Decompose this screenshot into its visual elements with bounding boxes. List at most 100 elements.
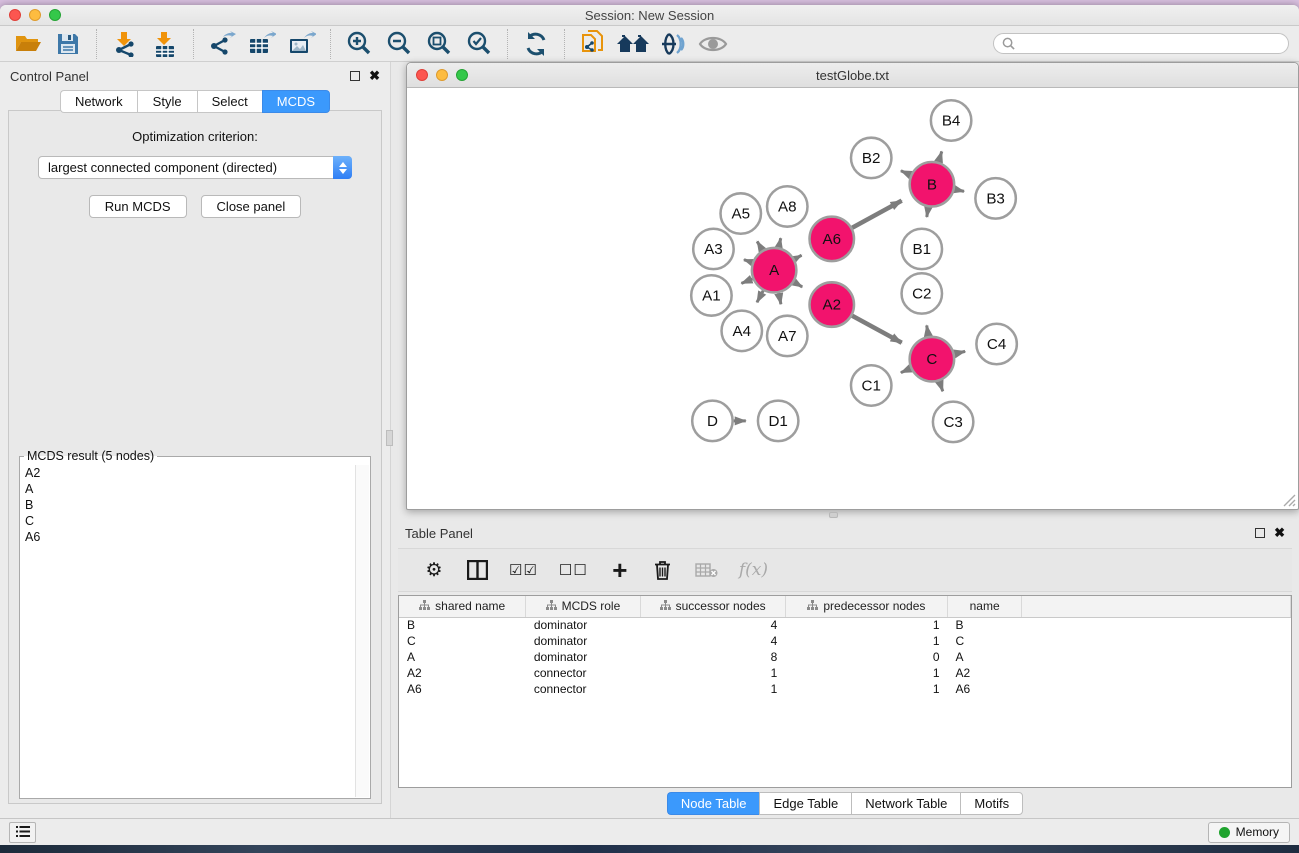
node-C4[interactable]: C4 [976, 324, 1016, 364]
edge-B-B2[interactable] [901, 171, 911, 175]
node-B4[interactable]: B4 [931, 100, 971, 140]
edge-A-A2[interactable] [794, 282, 802, 287]
edge-C-C2[interactable] [927, 325, 929, 336]
table-settings-button[interactable]: ⚙ [423, 559, 445, 582]
close-panel-icon[interactable]: ✖ [369, 71, 380, 81]
edge-C-C3[interactable] [939, 381, 942, 391]
node-A6[interactable]: A6 [810, 217, 854, 261]
edge-C-C1[interactable] [901, 368, 911, 372]
node-B2[interactable]: B2 [851, 138, 891, 178]
node-B1[interactable]: B1 [902, 229, 942, 269]
table-row[interactable]: Cdominator41C [399, 633, 1291, 649]
result-item[interactable]: A6 [21, 529, 355, 545]
node-D[interactable]: D [692, 401, 732, 441]
table-cell[interactable]: 1 [785, 617, 947, 633]
zoom-in-button[interactable] [339, 28, 379, 60]
table-cell[interactable]: 0 [785, 649, 947, 665]
column-header-predecessor-nodes[interactable]: predecessor nodes [785, 596, 947, 617]
edge-A6-B[interactable] [852, 201, 902, 228]
column-header-MCDS-role[interactable]: MCDS role [526, 596, 640, 617]
export-network-button[interactable] [202, 28, 242, 60]
edge-A-A4[interactable] [757, 291, 763, 303]
node-B[interactable]: B [910, 162, 954, 206]
result-item[interactable]: A2 [21, 465, 355, 481]
node-C[interactable]: C [910, 337, 954, 381]
table-row[interactable]: A2connector11A2 [399, 665, 1291, 681]
table-row[interactable]: Adominator80A [399, 649, 1291, 665]
mcds-result-list[interactable]: A2ABCA6 [21, 465, 355, 797]
edge-A-A5[interactable] [757, 241, 762, 250]
node-B3[interactable]: B3 [975, 178, 1015, 218]
node-C2[interactable]: C2 [902, 273, 942, 313]
edge-A-A3[interactable] [744, 260, 752, 263]
edge-A-A1[interactable] [741, 279, 752, 283]
table-cell[interactable]: dominator [526, 617, 640, 633]
column-header-name[interactable]: name [948, 596, 1022, 617]
close-panel-button[interactable]: Close panel [201, 195, 302, 218]
edge-A2-C[interactable] [852, 316, 902, 343]
table-cell[interactable]: A [399, 649, 526, 665]
network-canvas[interactable]: B4B2BB3A8A5A6B1A3AC2A1A2A4A7C4CC1C3DD1 [407, 88, 1298, 509]
run-mcds-button[interactable]: Run MCDS [89, 195, 187, 218]
ndex-button[interactable] [613, 28, 653, 60]
search-input[interactable] [1020, 37, 1280, 51]
edge-A-A6[interactable] [795, 255, 802, 259]
show-tasks-button[interactable] [9, 822, 36, 843]
node-A1[interactable]: A1 [691, 275, 731, 315]
zoom-out-button[interactable] [379, 28, 419, 60]
delete-table-button[interactable] [695, 562, 718, 578]
export-table-button[interactable] [242, 28, 282, 60]
table-cell[interactable]: C [399, 633, 526, 649]
network-graph[interactable]: B4B2BB3A8A5A6B1A3AC2A1A2A4A7C4CC1C3DD1 [407, 88, 1298, 509]
deselect-all-button[interactable]: ☐☐ [559, 561, 588, 579]
table-row[interactable]: Bdominator41B [399, 617, 1291, 633]
tab-mcds[interactable]: MCDS [262, 90, 330, 113]
node-A5[interactable]: A5 [721, 193, 761, 233]
export-image-button[interactable] [282, 28, 322, 60]
edge-B-B3[interactable] [955, 189, 964, 191]
select-all-button[interactable]: ☑☑ [509, 561, 538, 579]
zoom-selected-button[interactable] [459, 28, 499, 60]
edge-A-A7[interactable] [779, 293, 781, 304]
node-A3[interactable]: A3 [693, 229, 733, 269]
table-cell[interactable]: B [399, 617, 526, 633]
table-cell[interactable]: dominator [526, 633, 640, 649]
table-cell[interactable]: 1 [785, 665, 947, 681]
float-table-panel-icon[interactable] [1255, 528, 1265, 538]
close-table-panel-icon[interactable]: ✖ [1274, 528, 1285, 538]
table-row[interactable]: A6connector11A6 [399, 681, 1291, 697]
node-D1[interactable]: D1 [758, 401, 798, 441]
table-cell[interactable]: 1 [785, 633, 947, 649]
zoom-fit-button[interactable] [419, 28, 459, 60]
table-cell[interactable]: connector [526, 681, 640, 697]
splitter-grip-icon[interactable] [829, 512, 838, 518]
import-table-button[interactable] [145, 28, 185, 60]
horizontal-splitter[interactable] [391, 510, 1299, 520]
table-cell[interactable]: A [948, 649, 1022, 665]
table-cell[interactable]: A2 [948, 665, 1022, 681]
optimization-criterion-select[interactable]: largest connected component (directed) [38, 156, 352, 179]
function-builder-button[interactable]: f(x) [739, 560, 768, 580]
show-columns-button[interactable] [466, 560, 488, 580]
table-cell[interactable]: 4 [640, 633, 785, 649]
table-cell[interactable]: A6 [948, 681, 1022, 697]
edge-C-C4[interactable] [955, 351, 966, 353]
tab-network-table[interactable]: Network Table [851, 792, 960, 815]
edge-B-B4[interactable] [939, 151, 942, 161]
tab-network[interactable]: Network [60, 90, 137, 113]
panel-splitter-handle[interactable] [386, 430, 393, 446]
preview-button[interactable] [693, 28, 733, 60]
tab-edge-table[interactable]: Edge Table [759, 792, 851, 815]
resize-grip-icon[interactable] [1283, 494, 1296, 507]
open-button[interactable] [8, 28, 48, 60]
table-cell[interactable]: 4 [640, 617, 785, 633]
node-A[interactable]: A [752, 248, 796, 292]
result-scrollbar[interactable] [355, 465, 369, 797]
table-cell[interactable]: dominator [526, 649, 640, 665]
node-A8[interactable]: A8 [767, 186, 807, 226]
refresh-layout-button[interactable] [516, 28, 556, 60]
table-cell[interactable]: 8 [640, 649, 785, 665]
column-header-shared-name[interactable]: shared name [399, 596, 526, 617]
add-column-button[interactable]: + [609, 561, 631, 579]
graphics-details-button[interactable] [653, 28, 693, 60]
